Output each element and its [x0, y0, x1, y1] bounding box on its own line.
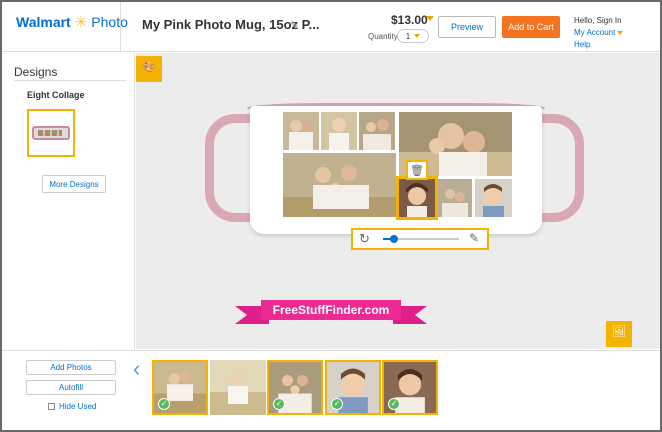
used-check-icon: ✓ [331, 398, 343, 410]
hide-used-label: Hide Used [59, 402, 97, 411]
collage-photo-slot[interactable] [438, 179, 472, 217]
used-check-icon: ✓ [158, 398, 170, 410]
rotate-icon[interactable]: ↻ [359, 231, 370, 247]
more-designs-button[interactable]: More Designs [42, 175, 106, 193]
hide-used-toggle[interactable]: Hide Used [48, 402, 96, 411]
banner-text: FreeStuffFinder.com [261, 300, 401, 320]
autofill-button[interactable]: Autofill [26, 380, 116, 395]
zoom-slider[interactable] [383, 235, 459, 243]
quantity-label: Quantity [368, 32, 398, 41]
brand-name: Walmart [16, 14, 71, 30]
collage-photo-slot[interactable] [283, 153, 396, 217]
designs-heading: Designs [14, 65, 58, 79]
quantity-select[interactable]: 1 [397, 29, 429, 43]
top-header: Walmart ✳ Photo My Pink Photo Mug, 15oz … [2, 2, 660, 52]
palette-icon: 🎨 [142, 60, 156, 73]
used-check-icon: ✓ [273, 398, 285, 410]
photo-thumbnail[interactable]: ✓ [382, 360, 438, 415]
chevron-down-icon [617, 30, 624, 35]
collage-photo-slot-selected[interactable] [396, 176, 438, 220]
quantity-value: 1 [405, 31, 411, 41]
collage-photo-slot[interactable] [359, 112, 395, 150]
photos-panel-button[interactable]: 🖼 [606, 321, 632, 347]
preview-button[interactable]: Preview [438, 16, 496, 38]
divider [14, 80, 126, 81]
brand-product: Photo [91, 14, 128, 30]
photo-thumbnail[interactable]: ✓ [267, 360, 323, 415]
add-photos-button[interactable]: Add Photos [26, 360, 116, 375]
edit-title-pencil-icon[interactable]: ✎ [290, 19, 299, 32]
price-details-caret-icon[interactable] [426, 16, 434, 21]
photo-thumbnail[interactable]: ✓ [152, 360, 208, 415]
trash-icon: 🗑 [410, 164, 424, 177]
edit-photo-icon[interactable]: ✎ [469, 231, 479, 245]
hide-used-checkbox[interactable] [48, 403, 55, 410]
photo-thumbnail[interactable]: ✓ [325, 360, 381, 415]
chevron-down-icon [414, 34, 421, 38]
price: $13.00 [391, 13, 428, 27]
zoom-slider-handle[interactable] [390, 235, 398, 243]
selected-design-name: Eight Collage [27, 90, 85, 100]
design-tools-button[interactable]: 🎨 [136, 56, 162, 82]
collage-photo-slot[interactable] [475, 179, 512, 217]
design-thumbnail-eight-collage[interactable] [27, 109, 75, 157]
photo-thumbnail[interactable] [210, 360, 266, 415]
delete-photo-button[interactable]: 🗑 [406, 160, 428, 180]
mug-handle-left [205, 114, 255, 222]
header-divider [120, 2, 121, 52]
collage-photo-slot[interactable] [283, 112, 319, 150]
photo-edit-toolbar: ↻ ✎ [351, 228, 489, 250]
help-link[interactable]: Help [574, 40, 590, 49]
mug-thumbnail-image [32, 126, 70, 140]
chevron-left-icon[interactable]: ‹ [133, 358, 140, 380]
collage-photo-slot[interactable] [321, 112, 357, 150]
designs-sidebar: Designs Eight Collage More Designs [2, 53, 135, 349]
watermark-banner: FreeStuffFinder.com [235, 300, 427, 324]
sign-in-link[interactable]: Hello, Sign In [574, 16, 622, 25]
used-check-icon: ✓ [388, 398, 400, 410]
spark-icon: ✳ [74, 13, 88, 31]
add-to-cart-button[interactable]: Add to Cart [502, 16, 560, 38]
my-account-menu[interactable]: My Account [574, 28, 624, 37]
photos-icon: 🖼 [612, 325, 626, 338]
my-account-label: My Account [574, 28, 616, 37]
walmart-photo-logo[interactable]: Walmart ✳ Photo [16, 14, 128, 30]
